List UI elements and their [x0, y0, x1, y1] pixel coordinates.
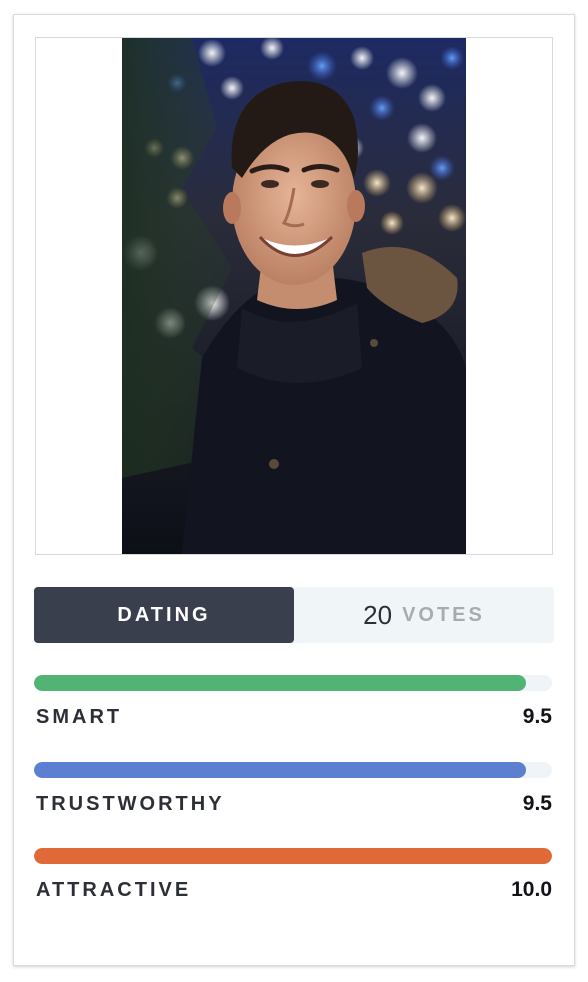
trustworthy-label: TRUSTWORTHY — [36, 793, 225, 815]
smart-label: SMART — [36, 706, 123, 728]
metric-attractive: ATTRACTIVE 10.0 — [34, 848, 554, 908]
smart-score: 9.5 — [522, 705, 552, 728]
dating-category-tab[interactable]: DATING — [34, 587, 294, 643]
attractive-bar-track — [34, 848, 552, 864]
votes-label: VOTES — [402, 603, 485, 626]
category-row: DATING 20 VOTES — [34, 587, 554, 643]
trustworthy-bar-track — [34, 762, 552, 778]
trustworthy-bar-fill — [34, 762, 527, 778]
smart-bar-track — [34, 675, 552, 691]
votes-count: 20 — [363, 599, 393, 630]
metric-trustworthy: TRUSTWORTHY 9.5 — [34, 762, 554, 822]
profile-card: DATING 20 VOTES SMART 9.5 TRUSTWORTHY 9.… — [13, 14, 575, 966]
profile-photo[interactable] — [122, 38, 466, 554]
attractive-label: ATTRACTIVE — [36, 879, 192, 901]
trustworthy-score: 9.5 — [522, 792, 552, 815]
photo-frame — [35, 37, 553, 555]
attractive-score: 10.0 — [511, 878, 552, 901]
metric-smart: SMART 9.5 — [34, 675, 554, 735]
smart-bar-fill — [34, 675, 527, 691]
attractive-bar-fill — [34, 848, 552, 864]
votes-summary: 20 VOTES — [294, 587, 554, 643]
